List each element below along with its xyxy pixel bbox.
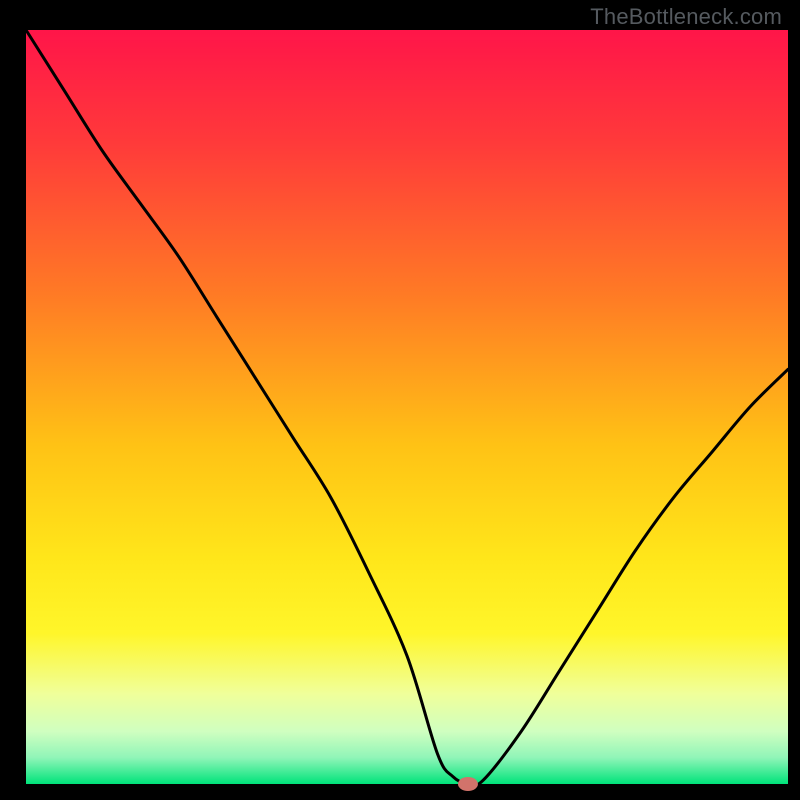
bottleneck-chart [0,0,800,800]
optimum-marker [458,777,478,791]
watermark-text: TheBottleneck.com [590,4,782,30]
chart-frame: TheBottleneck.com [0,0,800,800]
plot-background [26,30,788,784]
